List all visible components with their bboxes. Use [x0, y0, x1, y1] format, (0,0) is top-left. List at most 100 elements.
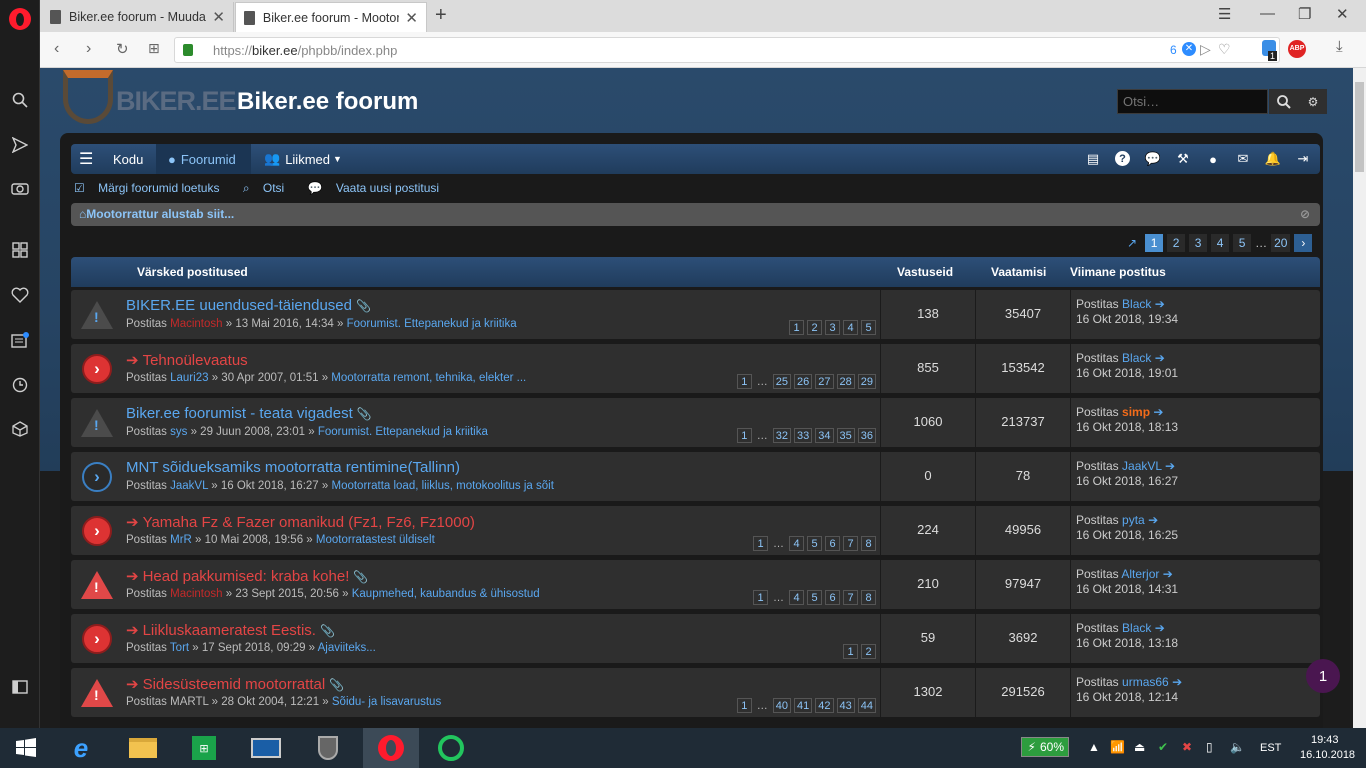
topic-author[interactable]: sys [170, 426, 187, 438]
topic-author[interactable]: MrR [170, 534, 192, 546]
topic-title-link[interactable]: ➔ Tehnoülevaatus [126, 351, 248, 369]
topic-author[interactable]: JaakVL [170, 480, 208, 492]
device-icon[interactable]: ▯ [1206, 740, 1213, 754]
forward-button[interactable]: › [86, 40, 91, 58]
tab-2-active[interactable]: Biker.ee foorum - Mootorr ✕ [235, 2, 427, 32]
security-shield-icon[interactable] [302, 728, 354, 768]
goto-last-post-icon[interactable]: ➔ [1163, 567, 1173, 581]
lenovo-app-icon[interactable] [240, 728, 292, 768]
topic-row[interactable]: › MNT sõidueksamiks mootorratta rentimin… [71, 452, 1320, 501]
topic-page-link[interactable]: 4 [789, 536, 804, 551]
goto-last-post-icon[interactable]: ➔ [1148, 513, 1158, 527]
topic-page-link[interactable]: 41 [794, 698, 813, 713]
topic-author[interactable]: Lauri23 [170, 372, 208, 384]
topic-row[interactable]: ! ➔ Head pakkumised: kraba kohe! 📎 Postita… [71, 560, 1320, 609]
topic-title-link[interactable]: Biker.ee foorumist - teata vigadest 📎 [126, 405, 372, 422]
new-posts-link[interactable]: 💬 Vaata uusi postitusi [308, 181, 449, 195]
speed-dial-button[interactable]: ⊞ [148, 40, 160, 57]
adblock-icon[interactable]: ABP [1288, 40, 1306, 58]
last-post-author[interactable]: Black [1122, 297, 1151, 311]
topic-page-link[interactable]: 27 [815, 374, 834, 389]
topic-page-link[interactable]: 2 [807, 320, 822, 335]
last-post-author[interactable]: JaakVL [1122, 459, 1162, 473]
topic-forum-link[interactable]: Mootorratastest üldiselt [316, 534, 435, 546]
send-sidebar-icon[interactable] [0, 130, 40, 160]
page-20[interactable]: 20 [1271, 234, 1291, 252]
topic-page-link[interactable]: 7 [843, 536, 858, 551]
topic-title-link[interactable]: ➔ Sidesüsteemid mootorrattal 📎 [126, 675, 344, 693]
help-icon[interactable]: ? [1115, 151, 1130, 166]
announcement-bar[interactable]: ⌂Mootorrattur alustab siit... ⊘ [71, 203, 1320, 226]
tab-1[interactable]: Biker.ee foorum - Muuda p ✕ [42, 2, 234, 32]
history-icon[interactable] [0, 370, 40, 400]
last-post-author[interactable]: urmas66 [1122, 675, 1169, 689]
topic-row[interactable]: › ➔ Liikluskaameratest Eestis. 📎 Postitas … [71, 614, 1320, 663]
site-logo[interactable]: BIKER.EE [58, 70, 237, 126]
topic-forum-link[interactable]: Foorumist. Ettepanekud ja kriitika [347, 318, 517, 330]
internet-explorer-icon[interactable]: e [55, 728, 107, 768]
page-scrollbar[interactable] [1353, 68, 1366, 728]
topic-row[interactable]: ! BIKER.EE uuendused-täiendused 📎 Postita… [71, 290, 1320, 339]
close-tab-icon[interactable]: ✕ [212, 8, 225, 26]
topic-page-link[interactable]: 1 [736, 428, 752, 443]
goto-last-post-icon[interactable]: ➔ [1172, 675, 1182, 689]
external-link-icon[interactable]: ↗ [1127, 236, 1137, 250]
search-sidebar-icon[interactable] [0, 85, 40, 115]
speed-dial-icon[interactable] [0, 235, 40, 265]
site-title[interactable]: Biker.ee foorum [237, 88, 418, 116]
topic-page-link[interactable]: 1 [736, 374, 752, 389]
tab-menu-icon[interactable]: ☰ [1218, 5, 1231, 23]
topic-title-link[interactable]: MNT sõidueksamiks mootorratta rentimine(… [126, 459, 460, 476]
start-button[interactable] [0, 728, 52, 768]
topic-title-link[interactable]: ➔ Yamaha Fz & Fazer omanikud (Fz1, Fz6, F… [126, 513, 475, 531]
page-1[interactable]: 1 [1145, 234, 1164, 252]
camera-icon[interactable] [0, 173, 40, 203]
topic-page-link[interactable]: 43 [836, 698, 855, 713]
topic-page-link[interactable]: 32 [772, 428, 791, 443]
topic-row[interactable]: ! Biker.ee foorumist - teata vigadest 📎 P… [71, 398, 1320, 447]
last-post-author[interactable]: pyta [1122, 513, 1145, 527]
opera-taskbar-icon[interactable] [363, 728, 419, 768]
topic-title-link[interactable]: BIKER.EE uuendused-täiendused 📎 [126, 297, 371, 314]
sidebar-toggle-icon[interactable] [0, 672, 40, 702]
topic-page-link[interactable]: 33 [794, 428, 813, 443]
topic-page-link[interactable]: 7 [843, 590, 858, 605]
topic-row[interactable]: ! ➔ Sidesüsteemid mootorrattal 📎 Postitas … [71, 668, 1320, 717]
topic-author[interactable]: MARTL [170, 696, 208, 708]
topic-forum-link[interactable]: Foorumist. Ettepanekud ja kriitika [318, 426, 488, 438]
back-button[interactable]: ‹ [54, 40, 59, 58]
hamburger-menu-icon[interactable]: ☰ [79, 144, 93, 174]
opera-gx-taskbar-icon[interactable] [425, 728, 477, 768]
search-button[interactable] [1269, 89, 1299, 114]
last-post-author[interactable]: Black [1122, 621, 1151, 635]
topic-page-link[interactable]: 6 [825, 536, 840, 551]
tracker-blocker-icon[interactable]: ✕ [1182, 42, 1196, 56]
topic-page-link[interactable]: 1 [753, 536, 768, 551]
topic-page-link[interactable]: 5 [807, 536, 822, 551]
topic-page-link[interactable]: 1 [789, 320, 804, 335]
topic-author[interactable]: Macintosh [170, 318, 222, 330]
topic-page-link[interactable]: 5 [861, 320, 876, 335]
volume-icon[interactable]: 🔈 [1230, 740, 1245, 754]
gavel-icon[interactable]: ⚒ [1175, 151, 1191, 167]
topic-page-link[interactable]: 2 [861, 644, 876, 659]
battery-indicator[interactable]: ⚡ 60% [1021, 737, 1069, 757]
topic-author[interactable]: Tort [170, 642, 189, 654]
topic-title-link[interactable]: ➔ Head pakkumised: kraba kohe! 📎 [126, 567, 368, 585]
goto-last-post-icon[interactable]: ➔ [1155, 621, 1165, 635]
clock-date[interactable]: 16.10.2018 [1300, 749, 1355, 761]
mark-read-link[interactable]: ☑ Märgi foorumid loetuks [74, 181, 229, 195]
goto-last-post-icon[interactable]: ➔ [1153, 405, 1163, 419]
topic-forum-link[interactable]: Mootorratta remont, tehnika, elekter ... [331, 372, 526, 384]
user-icon[interactable]: ● [1205, 151, 1221, 167]
nav-home[interactable]: Kodu [101, 144, 155, 174]
usb-icon[interactable]: ⏏ [1134, 740, 1145, 754]
topic-page-link[interactable]: 29 [857, 374, 876, 389]
page-4[interactable]: 4 [1211, 234, 1230, 252]
network-warning-icon[interactable]: ✖ [1182, 740, 1192, 754]
bookmark-heart-icon[interactable]: ♡ [1218, 41, 1231, 58]
goto-last-post-icon[interactable]: ➔ [1155, 297, 1165, 311]
search-input[interactable] [1117, 89, 1268, 114]
tray-overflow-icon[interactable]: ▲ [1088, 740, 1100, 754]
topic-page-link[interactable]: 1 [753, 590, 768, 605]
